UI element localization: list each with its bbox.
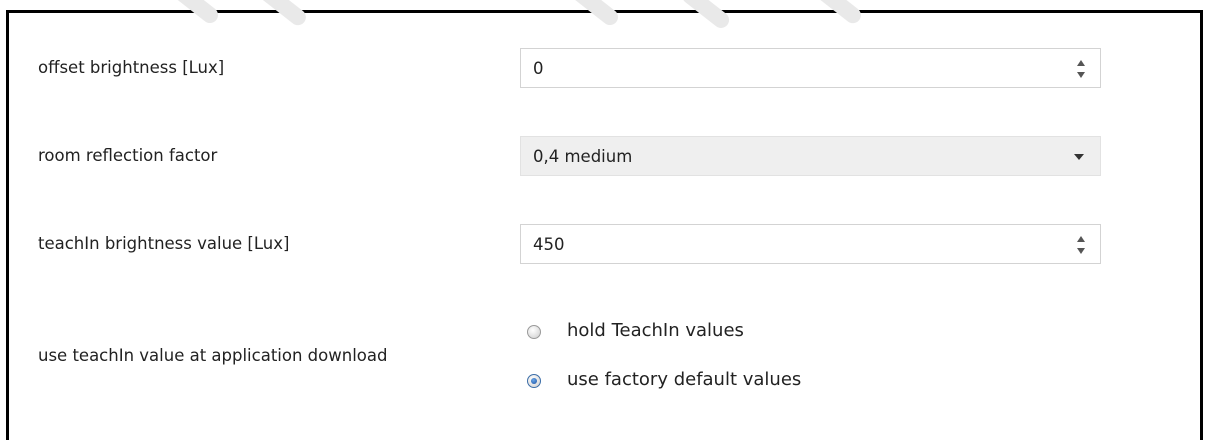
room-reflection-label: room reflection factor (38, 146, 218, 165)
teachin-brightness-value[interactable]: 450 (533, 225, 565, 265)
spinner-arrows-icon[interactable] (1076, 58, 1086, 80)
chevron-down-icon[interactable] (1074, 154, 1084, 160)
offset-brightness-value[interactable]: 0 (533, 49, 544, 89)
offset-brightness-spinbox[interactable]: 0 (520, 48, 1101, 88)
watermark-stroke (244, 0, 310, 29)
radio-option-label[interactable]: hold TeachIn values (567, 320, 744, 341)
room-reflection-dropdown[interactable]: 0,4 medium (520, 136, 1101, 176)
radio-button-checked[interactable] (527, 374, 541, 388)
teachin-download-label: use teachIn value at application downloa… (38, 346, 388, 365)
spinner-arrows-icon[interactable] (1076, 234, 1086, 256)
watermark-stroke (164, 0, 222, 27)
watermark-stroke (679, 0, 733, 32)
offset-brightness-label: offset brightness [Lux] (38, 58, 225, 77)
teachin-brightness-label: teachIn brightness value [Lux] (38, 234, 290, 253)
room-reflection-selected[interactable]: 0,4 medium (533, 137, 632, 177)
watermark-stroke (799, 0, 865, 27)
radio-option-label[interactable]: use factory default values (567, 369, 801, 390)
radio-selected-dot-icon (531, 378, 537, 384)
teachin-brightness-spinbox[interactable]: 450 (520, 224, 1101, 264)
watermark-stroke (564, 0, 622, 29)
radio-button-unchecked[interactable] (527, 325, 541, 339)
